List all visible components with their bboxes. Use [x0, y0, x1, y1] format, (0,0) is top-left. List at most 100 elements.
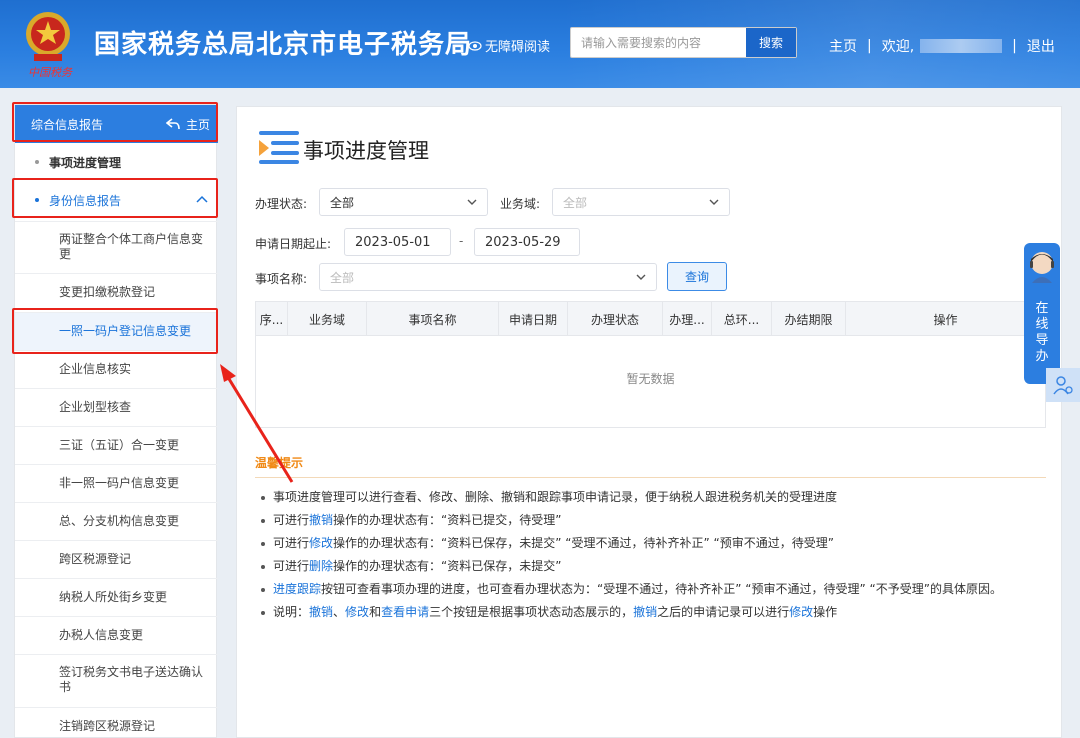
tip-link-revoke[interactable]: 撤销	[309, 605, 333, 619]
chevron-down-icon	[636, 274, 646, 280]
tip-text: 和	[369, 605, 382, 619]
sidebar-home-label: 主页	[185, 117, 210, 132]
back-arrow-icon	[165, 118, 180, 130]
sidebar-item[interactable]: 总、分支机构信息变更	[15, 502, 218, 540]
tip-item: 进度跟踪按钮可查看事项办理的进度，也可查看办理状态为：“受理不通过，待补齐补正”…	[259, 578, 1045, 601]
tip-text: 事项进度管理可以进行查看、修改、删除、撤销和跟踪事项申请记录，便于纳税人跟进税务…	[273, 490, 838, 504]
eye-icon	[468, 40, 482, 51]
tip-item: 可进行删除操作的办理状态有：“资料已保存，未提交”	[259, 555, 1045, 578]
status-label: 办理状态:	[255, 197, 308, 211]
sidebar-item[interactable]: 办税人信息变更	[15, 616, 218, 654]
tax-emblem-icon	[26, 12, 70, 61]
tip-item: 可进行修改操作的办理状态有：“资料已保存，未提交” “受理不通过，待补齐补正” …	[259, 532, 1045, 555]
nav-separator: |	[1012, 38, 1017, 54]
welcome-text: 欢迎,	[881, 39, 915, 55]
sidebar-item[interactable]: 注销跨区税源登记	[15, 707, 218, 738]
tip-link-modify[interactable]: 修改	[789, 605, 813, 619]
logout-link[interactable]: 退出	[1027, 36, 1055, 56]
search-button[interactable]: 搜索	[746, 28, 796, 57]
sidebar-home-link[interactable]: 主页	[165, 116, 210, 133]
tip-text: 之后的申请记录可以进行	[657, 605, 790, 619]
chevron-down-icon	[467, 199, 477, 205]
online-guide-label: 在线导办	[1035, 301, 1049, 364]
sidebar-item-selected[interactable]: 一照一码户登记信息变更	[15, 312, 218, 350]
tip-text: 三个按钮是根据事项状态动态展示的，	[429, 605, 634, 619]
item-name-label: 事项名称:	[255, 272, 308, 286]
empty-text: 暂无数据	[626, 372, 675, 386]
sidebar-item[interactable]: 纳税人所处街乡变更	[15, 578, 218, 616]
progress-table: 序... 业务域 事项名称 申请日期 办理状态 办理... 总环... 办结期限…	[255, 301, 1046, 428]
chevron-down-icon	[709, 199, 719, 205]
sidebar-group-identity[interactable]: 身份信息报告	[15, 181, 218, 219]
tip-text: 操作的办理状态有：“资料已保存，未提交” “受理不通过，待补齐补正” “预审不通…	[333, 536, 834, 550]
emblem-caption: 中国税务	[28, 66, 72, 79]
column-header[interactable]: 序...	[256, 302, 288, 336]
date-start-input[interactable]: 2023-05-01	[344, 228, 451, 256]
tip-link-revoke[interactable]: 撤销	[633, 605, 657, 619]
sidebar-group-progress[interactable]: 事项进度管理	[15, 143, 218, 181]
column-header[interactable]: 办理...	[663, 302, 712, 336]
sidebar-item[interactable]: 跨区税源登记	[15, 540, 218, 578]
tip-text: 操作的办理状态有：“资料已提交，待受理”	[333, 513, 562, 527]
tip-text: 操作	[813, 605, 838, 619]
user-nav: 主页 | 欢迎, | 退出	[829, 36, 1055, 56]
help-button[interactable]	[1046, 368, 1080, 402]
tip-text: 说明：	[273, 605, 310, 619]
tip-link-modify[interactable]: 修改	[345, 605, 369, 619]
column-header[interactable]: 业务域	[288, 302, 367, 336]
item-name-select[interactable]: 全部	[319, 263, 657, 291]
tip-text: 可进行	[273, 513, 310, 527]
sidebar-item[interactable]: 非一照一码户信息变更	[15, 464, 218, 502]
online-guide-button[interactable]: 在线导办	[1024, 243, 1060, 384]
tip-link-track[interactable]: 进度跟踪	[273, 582, 321, 596]
column-header[interactable]: 操作	[846, 302, 1045, 336]
domain-label: 业务域:	[500, 197, 541, 211]
sidebar-header[interactable]: 综合信息报告 主页	[15, 105, 218, 143]
search-box: 搜索	[570, 27, 797, 58]
status-select[interactable]: 全部	[319, 188, 488, 216]
sidebar-item[interactable]: 变更扣缴税款登记	[15, 273, 218, 311]
tip-text: 按钮可查看事项办理的进度，也可查看办理状态为：“受理不通过，待补齐补正” “预审…	[321, 582, 1002, 596]
sidebar-item[interactable]: 企业信息核实	[15, 350, 218, 388]
column-header[interactable]: 总环...	[712, 302, 772, 336]
tip-item: 可进行撤销操作的办理状态有：“资料已提交，待受理”	[259, 509, 1045, 532]
tip-text: 操作的办理状态有：“资料已保存，未提交”	[333, 559, 562, 573]
date-end-input[interactable]: 2023-05-29	[474, 228, 580, 256]
agent-avatar-icon	[1030, 252, 1054, 283]
query-button[interactable]: 查询	[667, 262, 727, 291]
table-header: 序... 业务域 事项名称 申请日期 办理状态 办理... 总环... 办结期限…	[256, 302, 1045, 336]
tip-link-revoke[interactable]: 撤销	[309, 513, 333, 527]
tip-text: 可进行	[273, 559, 310, 573]
tip-link-modify[interactable]: 修改	[309, 536, 333, 550]
status-value: 全部	[330, 195, 355, 210]
column-header[interactable]: 事项名称	[367, 302, 499, 336]
sidebar-item[interactable]: 企业划型核查	[15, 388, 218, 426]
sidebar-header-label: 综合信息报告	[31, 117, 104, 132]
tips-divider	[255, 477, 1046, 478]
sidebar-item[interactable]: 三证（五证）合一变更	[15, 426, 218, 464]
search-input[interactable]	[571, 28, 746, 57]
list-icon	[259, 131, 299, 164]
date-label: 申请日期起止:	[255, 237, 332, 251]
domain-select[interactable]: 全部	[552, 188, 730, 216]
bullet-icon	[35, 198, 39, 202]
page-title: 事项进度管理	[303, 139, 429, 163]
column-header[interactable]: 申请日期	[499, 302, 568, 336]
sidebar-group-label: 事项进度管理	[49, 155, 122, 170]
tip-item: 事项进度管理可以进行查看、修改、删除、撤销和跟踪事项申请记录，便于纳税人跟进税务…	[259, 486, 1045, 509]
top-header: 中国税务 国家税务总局北京市电子税务局 无障碍阅读 搜索 主页 | 欢迎, | …	[0, 0, 1080, 88]
home-link[interactable]: 主页	[829, 36, 857, 56]
user-help-icon	[1053, 376, 1073, 395]
column-header[interactable]: 办理状态	[568, 302, 663, 336]
accessibility-link[interactable]: 无障碍阅读	[468, 36, 550, 55]
tip-link-view[interactable]: 查看申请	[381, 605, 429, 619]
column-header[interactable]: 办结期限	[772, 302, 846, 336]
main-panel: 事项进度管理 办理状态: 全部 业务域: 全部 申请日期起止: 2023-05-…	[236, 106, 1062, 738]
tip-link-delete[interactable]: 删除	[309, 559, 333, 573]
sidebar-item[interactable]: 签订税务文书电子送达确认书	[15, 654, 218, 704]
date-separator: -	[459, 234, 464, 248]
tip-text: 可进行	[273, 536, 310, 550]
bullet-icon	[35, 160, 39, 164]
sidebar-item[interactable]: 两证整合个体工商户信息变更	[15, 221, 218, 271]
masked-username	[920, 39, 1003, 53]
